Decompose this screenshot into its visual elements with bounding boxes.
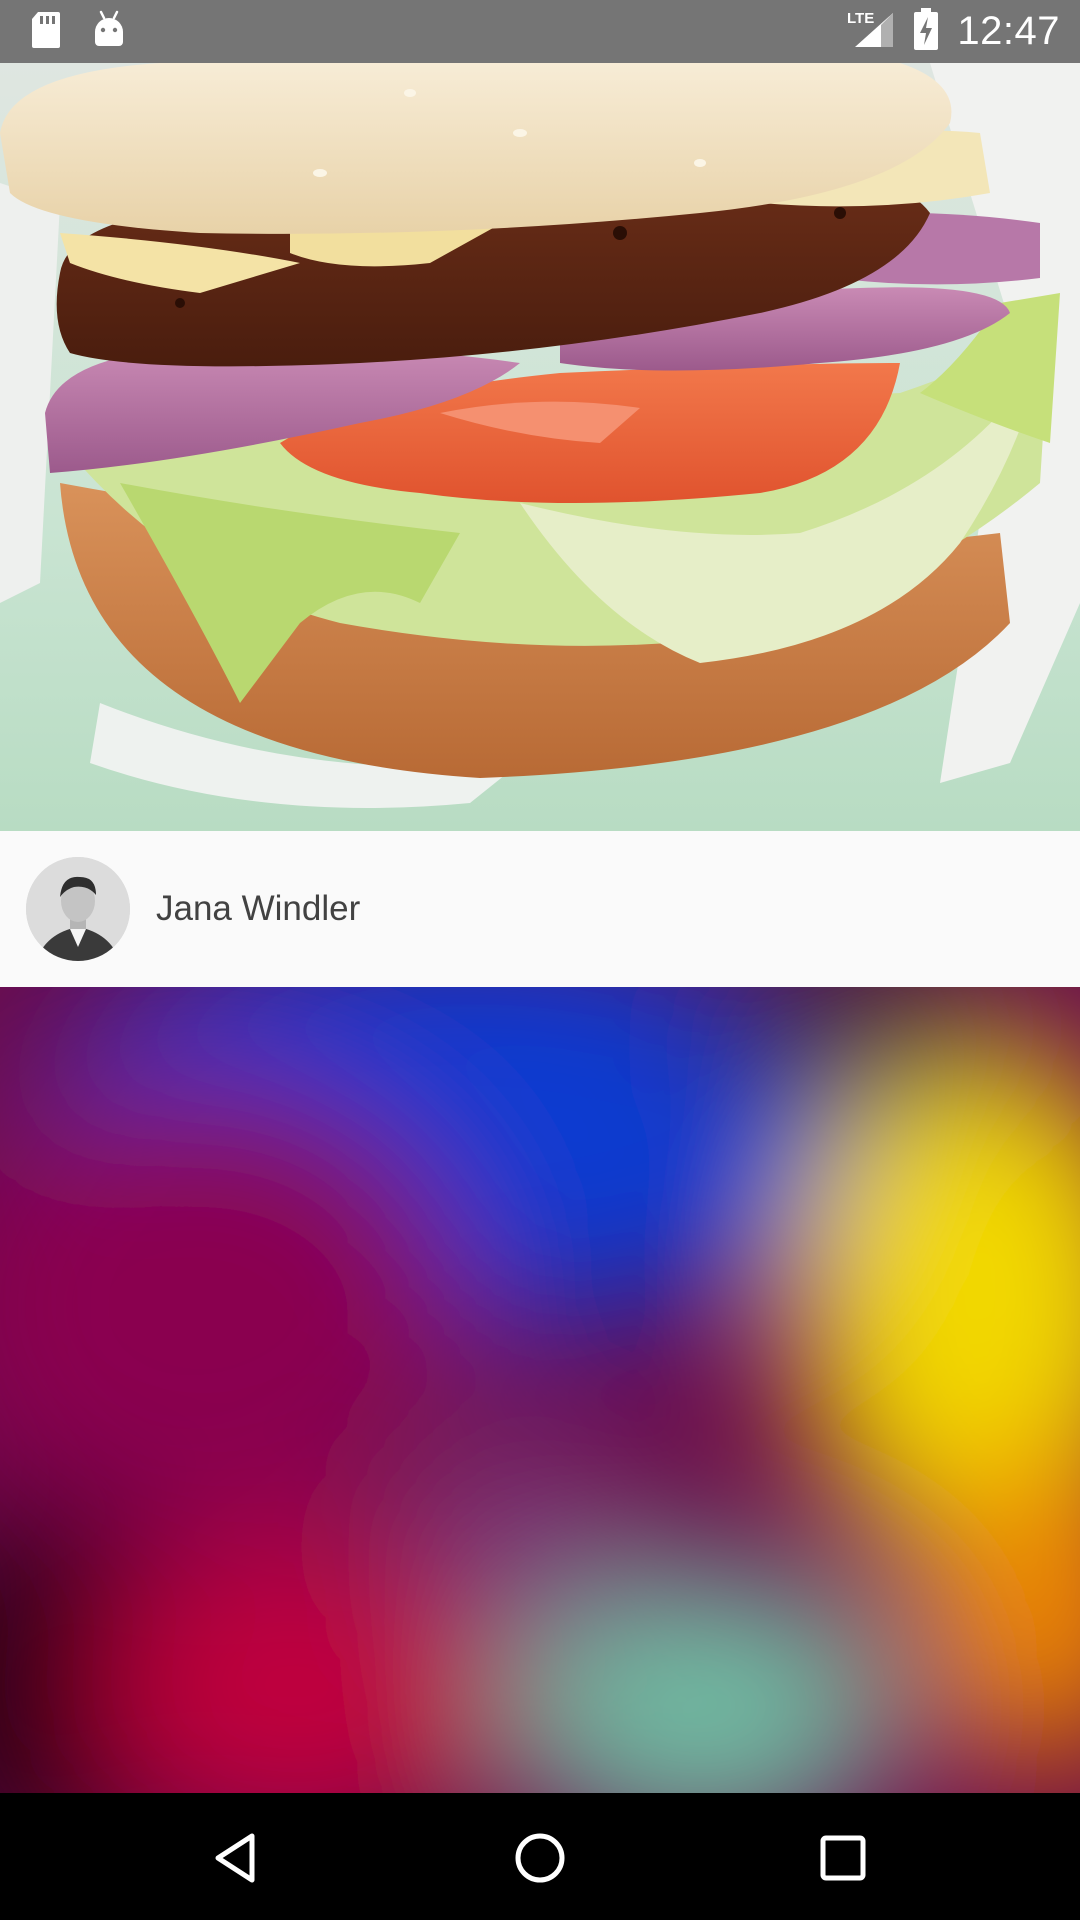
signal-icon: LTE — [845, 7, 895, 56]
author-name[interactable]: Jana Windler — [156, 889, 360, 929]
status-bar: LTE 12:47 — [0, 0, 1080, 63]
battery-charging-icon — [913, 7, 939, 56]
back-button[interactable] — [191, 1813, 281, 1903]
home-icon — [515, 1833, 565, 1883]
author-row[interactable]: Jana Windler — [0, 831, 1080, 987]
recents-button[interactable] — [798, 1813, 888, 1903]
feed-item-image[interactable] — [0, 987, 1080, 1793]
avatar[interactable] — [26, 857, 130, 961]
android-icon — [92, 10, 126, 55]
abstract-gradient-photo — [0, 987, 1080, 1793]
feed-item-image[interactable] — [0, 63, 1080, 831]
status-time: 12:47 — [957, 9, 1060, 53]
avatar-photo — [26, 857, 130, 961]
app-screen: LTE 12:47 Jana Windler — [0, 0, 1080, 1920]
home-button[interactable] — [495, 1813, 585, 1903]
navigation-bar — [0, 1793, 1080, 1920]
status-right-icons: LTE 12:47 — [845, 0, 1060, 63]
burger-photo — [0, 63, 1080, 831]
network-label: LTE — [847, 10, 874, 27]
sd-card-icon — [30, 10, 62, 55]
recents-icon — [820, 1835, 866, 1881]
status-left-icons — [30, 10, 126, 55]
back-icon — [215, 1833, 255, 1883]
